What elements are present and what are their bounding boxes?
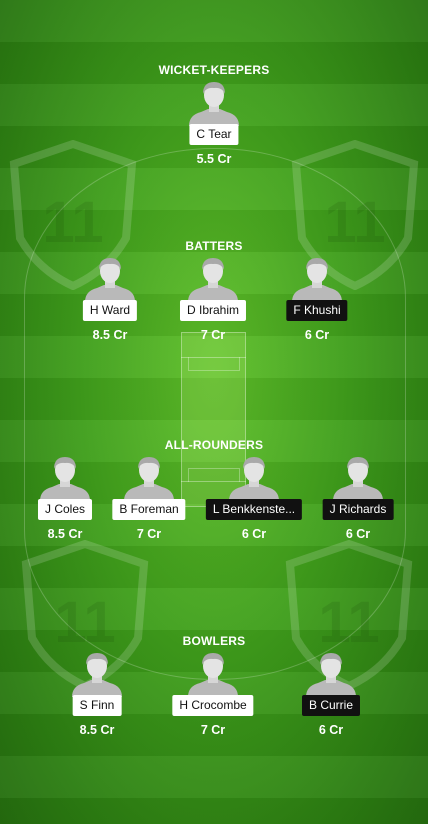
player-credit: 7 Cr xyxy=(136,527,162,541)
player-avatar-icon xyxy=(186,258,240,302)
player-credit: 8.5 Cr xyxy=(92,328,128,342)
player-avatar-icon xyxy=(186,653,240,697)
player-card[interactable]: F Khushi 6 Cr xyxy=(262,258,372,358)
player-name-tag: J Coles xyxy=(37,499,93,520)
player-card[interactable]: H Ward 8.5 Cr xyxy=(55,258,165,358)
player-avatar-icon xyxy=(122,457,176,501)
player-avatar-icon xyxy=(331,457,385,501)
player-name-tag: H Crocombe xyxy=(172,695,254,716)
player-name-tag: S Finn xyxy=(72,695,122,716)
player-credit: 7 Cr xyxy=(200,328,226,342)
section-title-batters: BATTERS xyxy=(185,239,243,253)
player-avatar-icon xyxy=(70,653,124,697)
player-credit: 6 Cr xyxy=(318,723,344,737)
player-card[interactable]: C Tear 5.5 Cr xyxy=(159,82,269,182)
player-credit: 5.5 Cr xyxy=(196,152,232,166)
cricket-field: 11 11 11 11 WICKET-KEEPERS BATTERS ALL-R… xyxy=(0,0,428,824)
player-avatar-icon xyxy=(38,457,92,501)
player-card[interactable]: J Richards 6 Cr xyxy=(303,457,413,557)
player-name-tag: B Currie xyxy=(301,695,361,716)
player-card[interactable]: B Foreman 7 Cr xyxy=(94,457,204,557)
player-name-tag: D Ibrahim xyxy=(179,300,247,321)
player-avatar-icon xyxy=(227,457,281,501)
player-avatar-icon xyxy=(83,258,137,302)
section-title-bowlers: BOWLERS xyxy=(182,634,246,648)
player-credit: 6 Cr xyxy=(241,527,267,541)
player-name-tag: J Richards xyxy=(322,499,394,520)
player-avatar-icon xyxy=(304,653,358,697)
player-card[interactable]: H Crocombe 7 Cr xyxy=(158,653,268,753)
player-credit: 6 Cr xyxy=(345,527,371,541)
player-credit: 8.5 Cr xyxy=(79,723,115,737)
player-name-tag: C Tear xyxy=(189,124,239,145)
section-title-wicket-keepers: WICKET-KEEPERS xyxy=(158,63,270,77)
player-card[interactable]: D Ibrahim 7 Cr xyxy=(158,258,268,358)
crease-box xyxy=(188,357,240,371)
player-credit: 7 Cr xyxy=(200,723,226,737)
player-avatar-icon xyxy=(290,258,344,302)
player-card[interactable]: L Benkkenste... 6 Cr xyxy=(199,457,309,557)
player-name-tag: H Ward xyxy=(82,300,138,321)
player-credit: 6 Cr xyxy=(304,328,330,342)
player-name-tag: F Khushi xyxy=(286,300,348,321)
player-card[interactable]: S Finn 8.5 Cr xyxy=(42,653,152,753)
player-name-tag: L Benkkenste... xyxy=(205,499,303,520)
player-card[interactable]: B Currie 6 Cr xyxy=(276,653,386,753)
player-avatar-icon xyxy=(187,82,241,126)
section-title-all-rounders: ALL-ROUNDERS xyxy=(164,438,264,452)
player-name-tag: B Foreman xyxy=(112,499,186,520)
